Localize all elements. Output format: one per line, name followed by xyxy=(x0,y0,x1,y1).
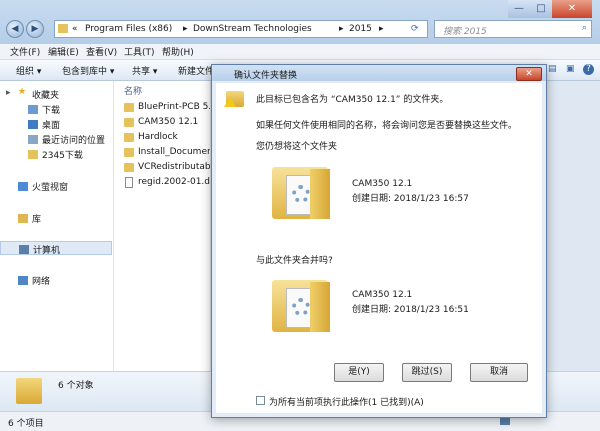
document-icon xyxy=(125,177,133,188)
folder-icon xyxy=(28,150,38,159)
source-folder-date: 创建日期: 2018/1/23 16:57 xyxy=(352,194,469,204)
search-icon: ⌕ xyxy=(581,23,587,33)
source-folder-icon[interactable] xyxy=(272,163,332,221)
confirm-folder-replace-dialog: 确认文件夹替换 ✕ 此目标已包含名为 “CAM350 12.1” 的文件夹。 如… xyxy=(211,64,547,418)
search-input[interactable]: 搜索 2015 ⌕ xyxy=(434,20,592,38)
nav-network[interactable]: 网络 xyxy=(0,273,112,287)
forward-button[interactable]: ▶ xyxy=(26,20,44,38)
nav-favorites[interactable]: ▸ ★ 收藏夹 xyxy=(0,87,112,101)
file-row[interactable]: VCRedistributable xyxy=(124,161,210,175)
menu-help[interactable]: 帮助(H) xyxy=(162,45,194,58)
new-folder-button[interactable]: 新建文件 xyxy=(178,64,214,77)
warning-folder-icon xyxy=(224,91,244,107)
file-row[interactable]: regid.2002-01.downstream xyxy=(124,176,210,190)
navigation-pane: ▸ ★ 收藏夹 下载 桌面 最近访问的位置 2345下载 火萤视窗 库 计算机 … xyxy=(0,81,114,371)
desktop-icon xyxy=(28,120,38,129)
folder-icon xyxy=(124,133,134,142)
column-header-name[interactable]: 名称 xyxy=(124,84,142,97)
apply-all-label[interactable]: 为所有当前项执行此操作(1 已找到)(A) xyxy=(269,395,424,408)
dialog-message-2: 如果任何文件使用相同的名称，将会询问您是否要替换这些文件。 xyxy=(256,121,518,131)
recent-places-icon xyxy=(28,135,38,144)
download-icon xyxy=(28,105,38,114)
file-list: 名称 BluePrint-PCB 5.1 CAM350 12.1 Hardloc… xyxy=(114,81,210,371)
file-row[interactable]: CAM350 12.1 xyxy=(124,116,210,130)
nav-downloads[interactable]: 下载 xyxy=(0,102,112,116)
dialog-question-2: 与此文件夹合并吗? xyxy=(256,256,333,266)
file-row[interactable]: Hardlock xyxy=(124,131,210,145)
help-icon[interactable]: ? xyxy=(583,64,594,75)
refresh-icon[interactable]: ⟳ xyxy=(411,24,419,34)
menu-view[interactable]: 查看(V) xyxy=(86,45,117,58)
yes-button[interactable]: 是(Y) xyxy=(334,363,384,382)
preview-pane-icon[interactable]: ▣ xyxy=(566,64,575,74)
network-icon xyxy=(18,276,28,285)
details-count: 6 个对象 xyxy=(58,381,94,391)
address-bar[interactable]: « Program Files (x86) ▸ DownStream Techn… xyxy=(54,20,428,38)
menu-bar: 文件(F) 编辑(E) 查看(V) 工具(T) 帮助(H) xyxy=(0,44,600,60)
nav-desktop[interactable]: 桌面 xyxy=(0,117,112,131)
nav-recent[interactable]: 最近访问的位置 xyxy=(0,132,112,146)
skip-button[interactable]: 跳过(S) xyxy=(402,363,452,382)
dialog-titlebar: 确认文件夹替换 ✕ xyxy=(212,65,546,81)
view-options-icon[interactable]: ▤ xyxy=(548,64,557,74)
organize-button[interactable]: 组织 ▾ xyxy=(16,64,41,77)
breadcrumb-2015[interactable]: 2015 xyxy=(349,24,372,34)
apply-all-checkbox[interactable] xyxy=(256,396,265,405)
nav-huoying[interactable]: 火萤视窗 xyxy=(0,179,112,193)
app-grid-icon xyxy=(18,182,28,191)
explorer-titlebar: — □ ✕ ◀ ▶ « Program Files (x86) ▸ DownSt… xyxy=(0,0,600,44)
folder-icon xyxy=(124,163,134,172)
breadcrumb-downstream[interactable]: DownStream Technologies xyxy=(193,24,312,34)
cancel-button[interactable]: 取消 xyxy=(470,363,528,382)
folder-icon xyxy=(124,103,134,112)
menu-file[interactable]: 文件(F) xyxy=(10,45,40,58)
star-icon: ★ xyxy=(18,87,27,97)
share-button[interactable]: 共享 ▾ xyxy=(132,64,157,77)
source-folder-name: CAM350 12.1 xyxy=(352,179,413,189)
minimize-button[interactable]: — xyxy=(508,0,530,18)
status-text: 6 个项目 xyxy=(8,419,44,429)
close-button[interactable]: ✕ xyxy=(552,0,592,18)
nav-2345-downloads[interactable]: 2345下载 xyxy=(0,147,112,161)
dialog-question-1: 您仍想将这个文件夹 xyxy=(256,142,338,152)
folder-icon xyxy=(58,24,68,33)
menu-tools[interactable]: 工具(T) xyxy=(124,45,155,58)
nav-libraries[interactable]: 库 xyxy=(0,211,112,225)
dialog-close-button[interactable]: ✕ xyxy=(516,67,542,81)
menu-edit[interactable]: 编辑(E) xyxy=(48,45,79,58)
computer-icon xyxy=(19,245,29,254)
library-icon xyxy=(18,214,28,223)
target-folder-date: 创建日期: 2018/1/23 16:51 xyxy=(352,305,469,315)
maximize-button[interactable]: □ xyxy=(530,0,552,18)
file-row[interactable]: BluePrint-PCB 5.1 xyxy=(124,101,210,115)
folder-icon xyxy=(124,148,134,157)
include-library-button[interactable]: 包含到库中 ▾ xyxy=(62,64,114,77)
breadcrumb-program-files[interactable]: Program Files (x86) xyxy=(85,24,172,34)
dialog-message-1: 此目标已包含名为 “CAM350 12.1” 的文件夹。 xyxy=(256,95,449,105)
folder-icon xyxy=(16,378,42,404)
dialog-title: 确认文件夹替换 xyxy=(234,71,298,81)
target-folder-name: CAM350 12.1 xyxy=(352,290,413,300)
breadcrumb-overflow[interactable]: « xyxy=(72,24,78,34)
back-button[interactable]: ◀ xyxy=(6,20,24,38)
dialog-body: 此目标已包含名为 “CAM350 12.1” 的文件夹。 如果任何文件使用相同的… xyxy=(216,83,542,413)
nav-computer[interactable]: 计算机 xyxy=(0,241,112,256)
folder-icon xyxy=(124,118,134,127)
target-folder-icon[interactable] xyxy=(272,276,332,334)
file-row[interactable]: Install_Documentation xyxy=(124,146,210,160)
